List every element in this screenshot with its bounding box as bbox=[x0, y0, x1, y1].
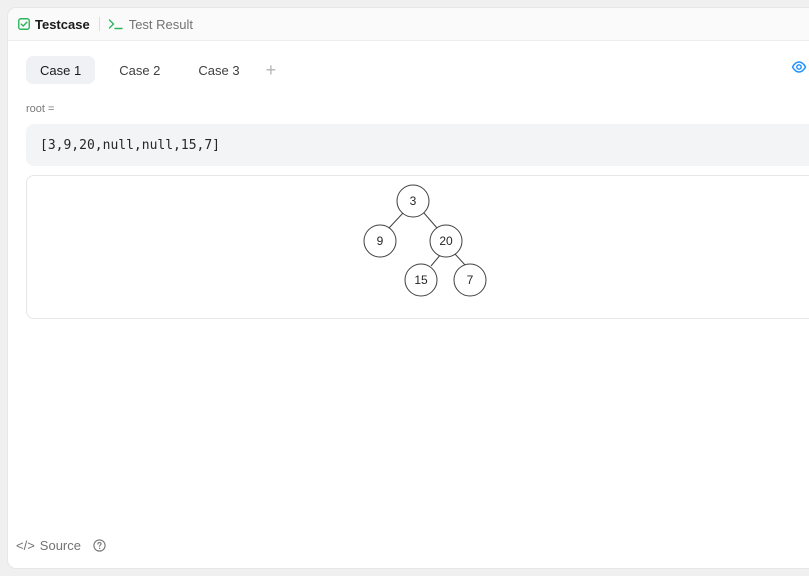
tree-node-2: 20 bbox=[429, 224, 463, 258]
tree-node-4: 7 bbox=[453, 263, 487, 297]
edge-3-9 bbox=[388, 212, 404, 229]
tab-test-result-label: Test Result bbox=[128, 16, 193, 32]
eye-icon[interactable] bbox=[791, 59, 807, 80]
help-icon[interactable] bbox=[93, 539, 106, 552]
case-tab-1[interactable]: Case 1 bbox=[26, 56, 96, 84]
tree-node-label: 15 bbox=[414, 273, 428, 287]
root-input[interactable]: [3,9,20,null,null,15,7] bbox=[26, 124, 809, 166]
tab-testcase-label: Testcase bbox=[35, 16, 90, 32]
tree-node-0: 3 bbox=[396, 184, 430, 218]
case-tab-3[interactable]: Case 3 bbox=[184, 56, 253, 84]
edge-20-7 bbox=[454, 253, 467, 267]
tab-divider bbox=[98, 17, 100, 31]
panel-header: Testcase Test Result bbox=[8, 8, 809, 41]
root-input-value: [3,9,20,null,null,15,7] bbox=[40, 137, 221, 153]
checkbox-icon bbox=[18, 18, 30, 30]
tab-test-result[interactable]: Test Result bbox=[108, 8, 193, 40]
terminal-icon bbox=[108, 18, 124, 30]
param-label: root = bbox=[26, 103, 55, 115]
testcase-panel: Testcase Test Result Case 1 Case 2 Case … bbox=[8, 8, 809, 568]
tree-node-label: 3 bbox=[410, 194, 417, 208]
tree-node-label: 7 bbox=[467, 273, 474, 287]
case-tabs: Case 1 Case 2 Case 3 + bbox=[26, 56, 276, 84]
tab-testcase[interactable]: Testcase bbox=[8, 8, 90, 40]
tree-node-label: 9 bbox=[377, 234, 384, 248]
tree-node-3: 15 bbox=[404, 263, 438, 297]
binary-tree-diagram: 3 9 20 15 7 bbox=[363, 184, 487, 297]
code-icon: </> bbox=[16, 538, 35, 553]
footer-source[interactable]: </> Source bbox=[16, 538, 106, 553]
source-label: Source bbox=[39, 538, 81, 553]
add-case-button[interactable]: + bbox=[266, 61, 277, 79]
tree-visualization: 3 9 20 15 7 bbox=[26, 175, 809, 319]
tree-node-label: 20 bbox=[439, 234, 453, 248]
edge-3-20 bbox=[423, 212, 438, 229]
case-tab-2[interactable]: Case 2 bbox=[105, 56, 174, 84]
tree-node-1: 9 bbox=[363, 224, 397, 258]
